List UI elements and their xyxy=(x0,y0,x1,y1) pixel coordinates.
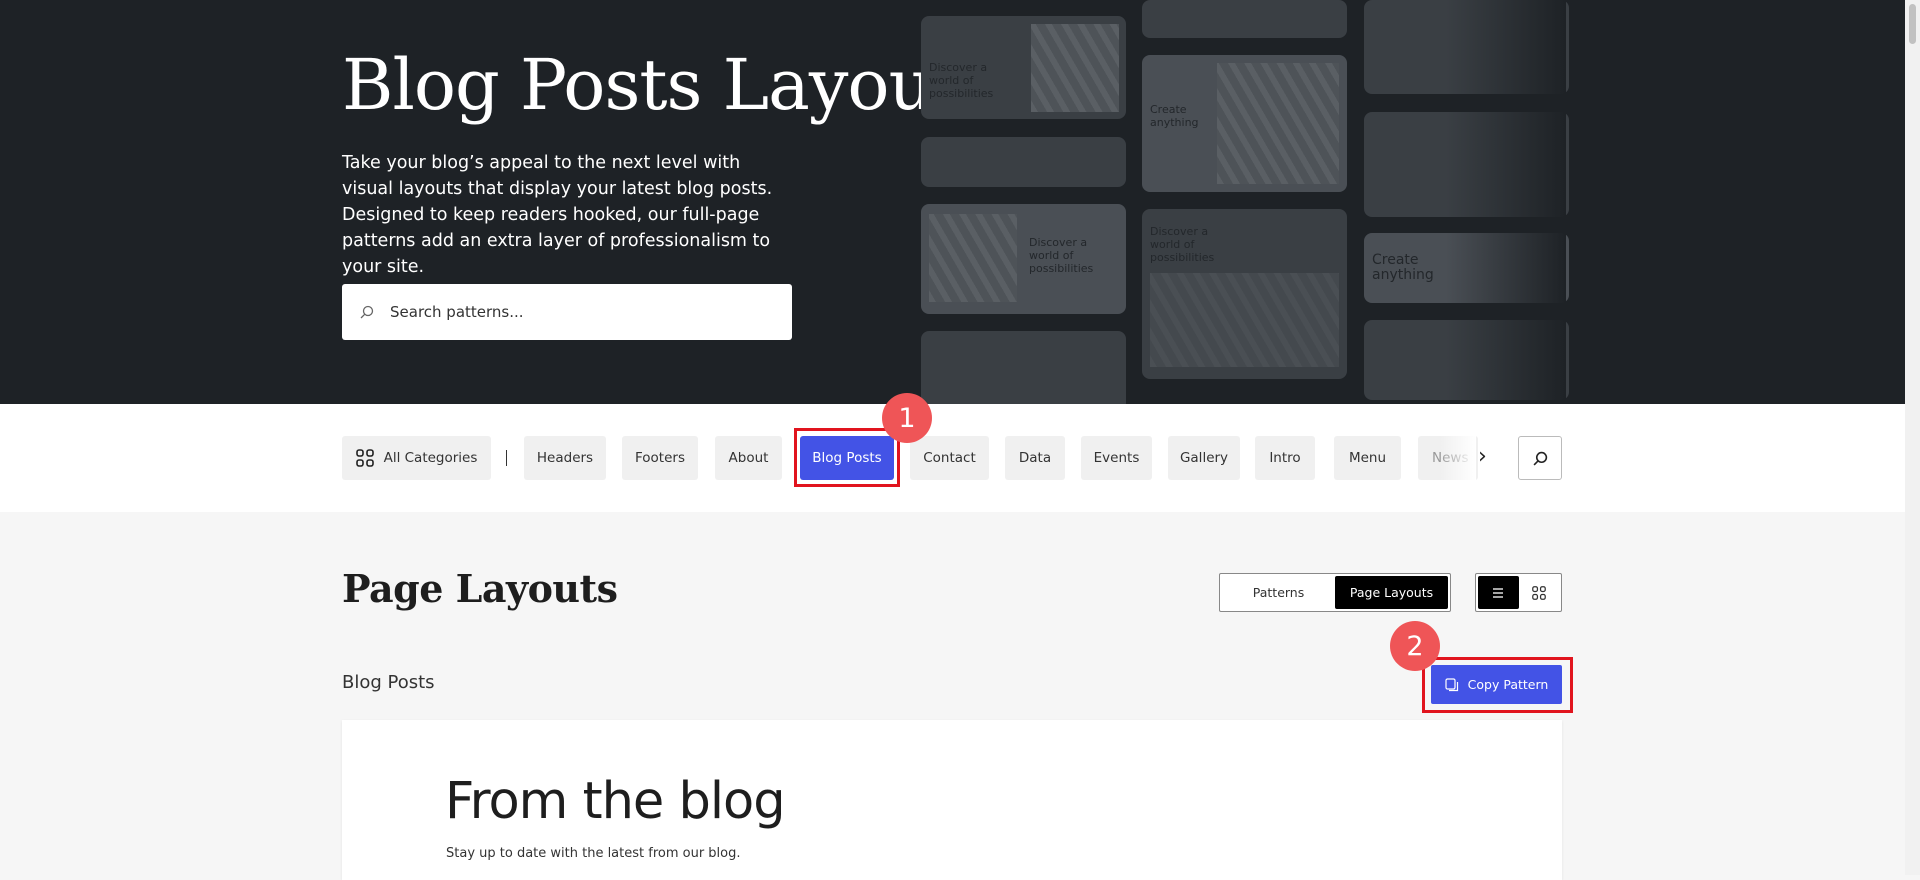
preview-card xyxy=(1142,0,1347,38)
category-events[interactable]: Events xyxy=(1081,436,1152,480)
annotation-box-2 xyxy=(1422,657,1573,713)
pattern-previews: Discover a world of possibilities Discov… xyxy=(921,0,1569,404)
grid-icon xyxy=(1531,585,1546,600)
preview-card xyxy=(1364,320,1569,400)
list-icon xyxy=(1493,587,1504,598)
section-title: Page Layouts xyxy=(342,566,618,611)
preview-heading: From the blog xyxy=(445,772,786,831)
category-intro[interactable]: Intro xyxy=(1255,436,1315,480)
category-bar: All Categories Headers Footers About Blo… xyxy=(0,404,1905,512)
category-headers[interactable]: Headers xyxy=(524,436,606,480)
grid-view-button[interactable] xyxy=(1519,576,1560,609)
category-contact[interactable]: Contact xyxy=(910,436,989,480)
preview-card xyxy=(921,137,1126,187)
annotation-box-1 xyxy=(794,428,900,487)
preview-card xyxy=(1364,112,1569,217)
type-toggle: Patterns Page Layouts xyxy=(1219,573,1451,612)
category-about[interactable]: About xyxy=(715,436,782,480)
all-categories-label: All Categories xyxy=(383,450,478,466)
category-data[interactable]: Data xyxy=(1005,436,1065,480)
category-menu[interactable]: Menu xyxy=(1334,436,1401,480)
pattern-label: Blog Posts xyxy=(342,672,435,693)
search-icon xyxy=(360,305,374,319)
category-search-button[interactable] xyxy=(1518,436,1562,480)
toggle-page-layouts[interactable]: Page Layouts xyxy=(1335,576,1448,609)
category-gallery[interactable]: Gallery xyxy=(1168,436,1240,480)
hero-description: Take your blog’s appeal to the next leve… xyxy=(342,153,773,277)
all-categories-button[interactable]: All Categories xyxy=(342,436,491,480)
fade-overlay xyxy=(1440,436,1476,480)
chevron-right-icon[interactable]: › xyxy=(1478,444,1487,469)
toggle-patterns[interactable]: Patterns xyxy=(1222,576,1335,609)
search-icon xyxy=(1533,451,1547,465)
scrollbar-thumb[interactable] xyxy=(1909,4,1916,44)
scrollbar[interactable] xyxy=(1905,0,1920,875)
preview-card: Discover a world of possibilities xyxy=(921,204,1126,314)
search-input[interactable] xyxy=(390,303,750,321)
category-footers[interactable]: Footers xyxy=(622,436,698,480)
annotation-badge-2: 2 xyxy=(1390,621,1440,671)
preview-card: Create anything xyxy=(1142,55,1347,192)
search-box[interactable] xyxy=(342,284,792,340)
hero: Blog Posts Layouts Take your blog’s appe… xyxy=(0,0,1905,404)
preview-card: Discover a world of possibilities xyxy=(1142,209,1347,379)
annotation-badge-1: 1 xyxy=(882,393,932,443)
view-toggle xyxy=(1475,573,1562,612)
list-view-button[interactable] xyxy=(1478,576,1519,609)
preview-subtext: Stay up to date with the latest from our… xyxy=(446,846,741,861)
hero-title: Blog Posts Layouts xyxy=(342,44,996,126)
preview-card xyxy=(921,331,1126,404)
preview-card: Discover a world of possibilities xyxy=(921,16,1126,119)
pattern-preview-card: From the blog Stay up to date with the l… xyxy=(342,720,1562,880)
preview-card: Create anything xyxy=(1364,233,1569,303)
divider xyxy=(506,450,507,466)
grid-icon xyxy=(355,449,374,467)
preview-card xyxy=(1364,0,1569,94)
